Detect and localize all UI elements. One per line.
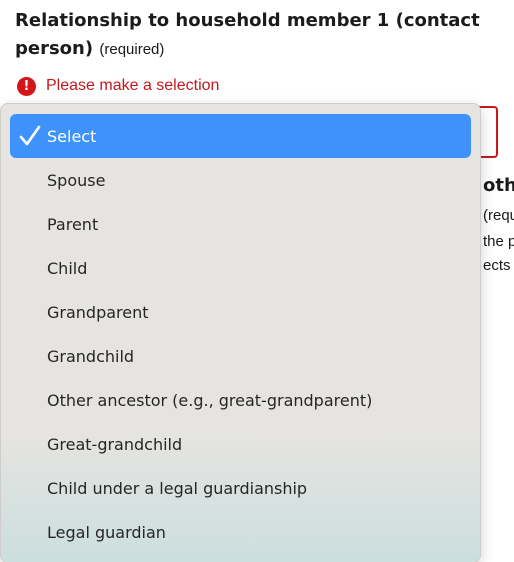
option-label: Child <box>47 258 88 278</box>
relationship-dropdown-menu[interactable]: Select Spouse Parent Child Grandparent G… <box>0 103 481 562</box>
error-text: Please make a selection <box>46 77 220 94</box>
option-label: Great-grandchild <box>47 434 183 454</box>
option-label: Child under a legal guardianship <box>47 478 308 498</box>
exclamation-icon: ! <box>17 76 36 96</box>
option-legal-guardian[interactable]: Legal guardian <box>10 510 471 554</box>
option-label: Legal guardian <box>47 522 166 542</box>
option-select[interactable]: Select <box>10 114 471 158</box>
option-label: Grandparent <box>47 302 149 322</box>
next-question-heading: oth <box>483 175 514 196</box>
option-spouse[interactable]: Spouse <box>10 158 471 202</box>
required-label: (required) <box>99 41 165 58</box>
option-label: Other ancestor (e.g., great-grandparent) <box>47 390 373 410</box>
option-grandchild[interactable]: Grandchild <box>10 334 471 378</box>
option-grandparent[interactable]: Grandparent <box>10 290 471 334</box>
next-question-text-line: the p <box>483 233 514 250</box>
checkmark-icon <box>19 125 41 146</box>
next-question-required: (requ <box>483 207 514 224</box>
option-label: Grandchild <box>47 346 135 366</box>
option-other-ancestor[interactable]: Other ancestor (e.g., great-grandparent) <box>10 378 471 422</box>
option-great-grandchild[interactable]: Great-grandchild <box>10 422 471 466</box>
option-child-under-guardianship[interactable]: Child under a legal guardianship <box>10 466 471 510</box>
next-question-text-line: ects t <box>483 257 514 274</box>
option-child[interactable]: Child <box>10 246 471 290</box>
error-message: ! Please make a selection <box>17 75 219 97</box>
option-label: Spouse <box>47 170 106 190</box>
question-label: Relationship to household member 1 (cont… <box>15 7 485 64</box>
option-parent[interactable]: Parent <box>10 202 471 246</box>
option-label: Select <box>47 126 97 146</box>
question-title: Relationship to household member 1 (cont… <box>15 10 480 59</box>
option-label: Parent <box>47 214 99 234</box>
